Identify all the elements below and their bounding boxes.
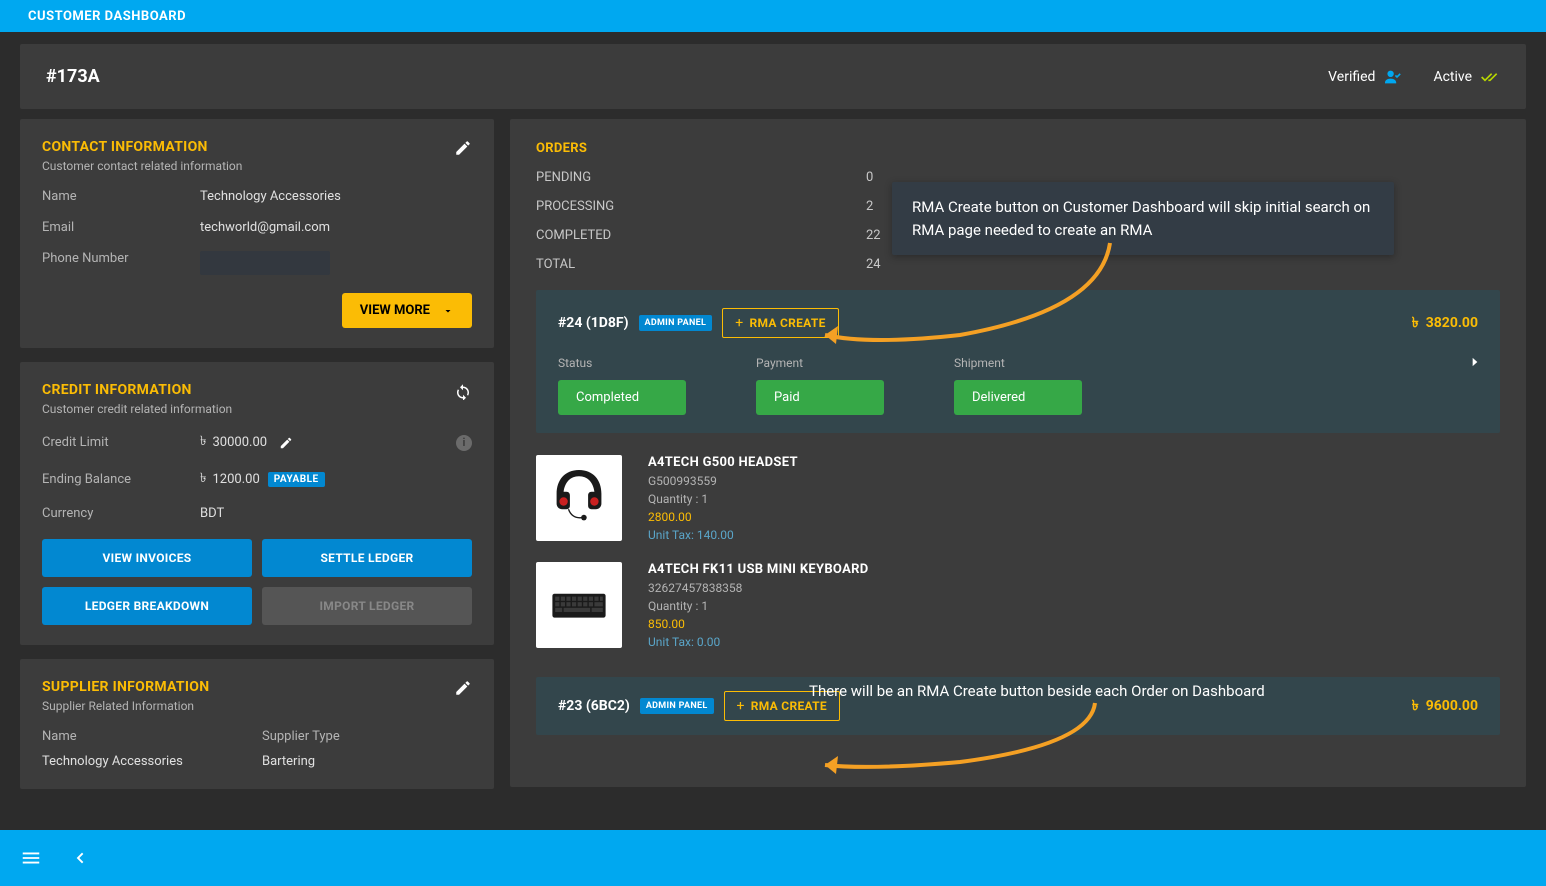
import-ledger-button: IMPORT LEDGER	[262, 587, 472, 625]
payment-badge: Paid	[756, 380, 884, 415]
item-qty: Quantity : 1	[648, 492, 798, 506]
ending-balance-label: Ending Balance	[42, 472, 200, 487]
phone-input[interactable]	[200, 251, 330, 275]
total-value: 24	[866, 257, 881, 272]
active-label: Active	[1433, 69, 1472, 85]
rma-create-label: RMA CREATE	[749, 316, 825, 330]
order-line-item: A4TECH G500 HEADSET G500993559 Quantity …	[536, 445, 1500, 552]
currency-symbol: ৳	[1412, 698, 1419, 714]
item-sku: G500993559	[648, 474, 798, 488]
annotation-callout: There will be an RMA Create button besid…	[789, 666, 1406, 717]
name-label: Name	[42, 189, 200, 204]
total-label: TOTAL	[536, 257, 866, 272]
currency-symbol: ৳	[200, 432, 206, 453]
customer-id: #173A	[46, 66, 100, 87]
item-qty: Quantity : 1	[648, 599, 868, 613]
item-price: 850.00	[648, 617, 868, 631]
view-invoices-button[interactable]: VIEW INVOICES	[42, 539, 252, 577]
customer-header: #173A Verified Active	[20, 44, 1526, 109]
double-check-icon	[1480, 70, 1500, 84]
email-label: Email	[42, 220, 200, 235]
item-sku: 32627457838358	[648, 581, 868, 595]
credit-limit-label: Credit Limit	[42, 435, 200, 450]
completed-value: 22	[866, 228, 881, 243]
supplier-name-label: Name	[42, 729, 262, 744]
status-label: Status	[558, 356, 686, 370]
item-name: A4TECH G500 HEADSET	[648, 455, 798, 470]
currency-value: BDT	[200, 506, 224, 521]
currency-symbol: ৳	[200, 469, 206, 490]
item-tax: Unit Tax: 0.00	[648, 635, 868, 649]
currency-label: Currency	[42, 506, 200, 521]
credit-title: CREDIT INFORMATION	[42, 382, 232, 398]
contact-subtitle: Customer contact related information	[42, 159, 242, 173]
page-title: CUSTOMER DASHBOARD	[28, 9, 186, 24]
shipment-badge: Delivered	[954, 380, 1082, 415]
ledger-breakdown-button[interactable]: LEDGER BREAKDOWN	[42, 587, 252, 625]
contact-panel: CONTACT INFORMATION Customer contact rel…	[20, 119, 494, 348]
supplier-name-value: Technology Accessories	[42, 754, 262, 769]
chevron-down-icon	[442, 305, 454, 317]
pending-label: PENDING	[536, 170, 866, 185]
product-thumbnail	[536, 562, 622, 648]
order-line-item: A4TECH FK11 USB MINI KEYBOARD 3262745783…	[536, 552, 1500, 659]
settle-ledger-button[interactable]: SETTLE LEDGER	[262, 539, 472, 577]
pending-value: 0	[866, 170, 873, 185]
order-id: #23 (6BC2)	[558, 698, 630, 714]
shipment-label: Shipment	[954, 356, 1082, 370]
product-thumbnail	[536, 455, 622, 541]
admin-panel-badge: ADMIN PANEL	[640, 698, 714, 714]
phone-label: Phone Number	[42, 251, 200, 275]
view-more-label: VIEW MORE	[360, 303, 430, 318]
rma-create-button[interactable]: + RMA CREATE	[722, 308, 838, 338]
orders-title: ORDERS	[536, 141, 1500, 156]
status-badge: Completed	[558, 380, 686, 415]
processing-value: 2	[866, 199, 873, 214]
item-tax: Unit Tax: 140.00	[648, 528, 798, 542]
supplier-title: SUPPLIER INFORMATION	[42, 679, 209, 695]
supplier-type-label: Supplier Type	[262, 729, 420, 744]
order-card: #24 (1D8F) ADMIN PANEL + RMA CREATE ৳ 38…	[536, 290, 1500, 433]
payment-label: Payment	[756, 356, 884, 370]
admin-panel-badge: ADMIN PANEL	[639, 315, 713, 331]
supplier-panel: SUPPLIER INFORMATION Supplier Related In…	[20, 659, 494, 789]
user-check-icon	[1383, 69, 1403, 85]
verified-label: Verified	[1328, 69, 1375, 85]
supplier-subtitle: Supplier Related Information	[42, 699, 209, 713]
view-more-button[interactable]: VIEW MORE	[342, 293, 472, 328]
credit-limit-value: 30000.00	[212, 435, 267, 450]
credit-subtitle: Customer credit related information	[42, 402, 232, 416]
credit-panel: CREDIT INFORMATION Customer credit relat…	[20, 362, 494, 645]
order-amount-value: 3820.00	[1426, 315, 1478, 331]
ending-balance-value: 1200.00	[212, 472, 259, 487]
edit-icon[interactable]	[454, 139, 472, 157]
top-bar: CUSTOMER DASHBOARD	[0, 0, 1546, 32]
name-value: Technology Accessories	[200, 189, 341, 204]
email-value: techworld@gmail.com	[200, 220, 330, 235]
edit-icon[interactable]	[454, 679, 472, 697]
item-price: 2800.00	[648, 510, 798, 524]
contact-title: CONTACT INFORMATION	[42, 139, 242, 155]
payable-badge: PAYABLE	[268, 472, 325, 487]
menu-icon[interactable]	[20, 847, 42, 869]
back-icon[interactable]	[72, 847, 88, 869]
bottom-bar	[0, 830, 1546, 886]
annotation-callout: RMA Create button on Customer Dashboard …	[892, 182, 1394, 255]
currency-symbol: ৳	[1412, 315, 1419, 331]
item-name: A4TECH FK11 USB MINI KEYBOARD	[648, 562, 868, 577]
plus-icon: +	[737, 698, 745, 714]
supplier-type-value: Bartering	[262, 754, 315, 769]
refresh-icon[interactable]	[454, 382, 472, 400]
processing-label: PROCESSING	[536, 199, 866, 214]
completed-label: COMPLETED	[536, 228, 866, 243]
edit-icon[interactable]	[279, 436, 293, 450]
info-icon[interactable]: i	[456, 435, 472, 451]
plus-icon: +	[735, 315, 743, 331]
chevron-right-icon[interactable]	[1468, 352, 1482, 372]
order-amount-value: 9600.00	[1426, 698, 1478, 714]
order-id: #24 (1D8F)	[558, 315, 629, 331]
